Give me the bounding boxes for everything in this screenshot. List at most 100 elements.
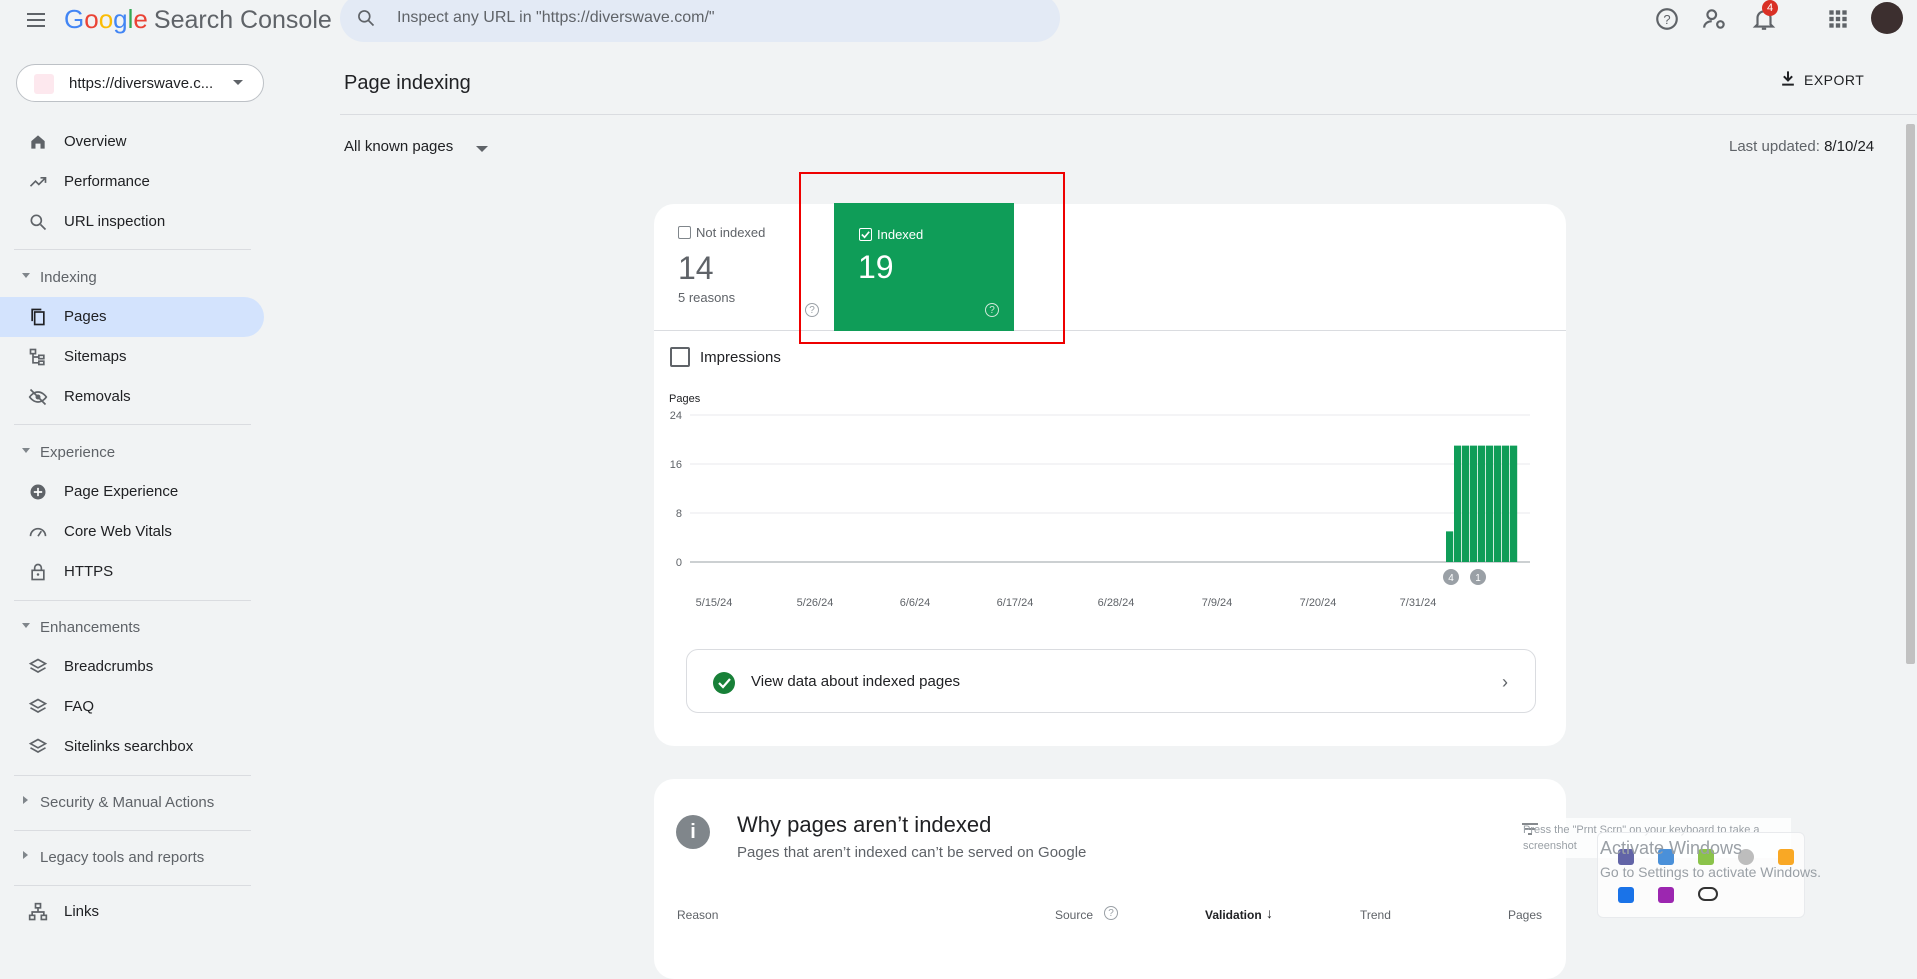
column-validation[interactable]: Validation xyxy=(1205,908,1262,922)
manage-users-icon[interactable] xyxy=(1702,6,1728,32)
x-tick-label: 5/15/24 xyxy=(696,597,733,609)
divider xyxy=(14,600,251,601)
security-warning-icon[interactable] xyxy=(1618,887,1634,903)
chart-bar xyxy=(1494,445,1502,562)
layers-icon xyxy=(28,658,48,673)
links-icon xyxy=(28,902,48,921)
x-tick-label: 7/20/24 xyxy=(1300,597,1337,609)
chart-bar xyxy=(1470,445,1478,562)
column-trend[interactable]: Trend xyxy=(1360,908,1391,922)
home-icon xyxy=(31,135,45,149)
download-icon xyxy=(1782,71,1794,86)
sidebar-item-core-web-vitals[interactable]: Core Web Vitals xyxy=(0,512,264,552)
column-source[interactable]: Source xyxy=(1055,908,1093,922)
view-indexed-data-button[interactable]: View data about indexed pages › xyxy=(686,649,1536,713)
search-console-logo[interactable]: Google Search Console xyxy=(64,4,332,35)
property-selector[interactable]: https://diverswave.c... xyxy=(16,64,264,102)
sidebar-item-sitemaps[interactable]: Sitemaps xyxy=(0,337,264,377)
chart-bar xyxy=(1478,445,1486,562)
annotation-label: 4 xyxy=(1448,573,1454,584)
gauge-icon xyxy=(29,527,47,537)
help-icon[interactable]: ? xyxy=(1654,6,1680,32)
column-pages[interactable]: Pages xyxy=(1508,908,1542,922)
chart-bar xyxy=(1462,445,1470,562)
menu-icon[interactable] xyxy=(24,8,48,32)
check-circle-icon xyxy=(713,672,735,694)
page-title: Page indexing xyxy=(344,72,471,94)
search-icon xyxy=(30,214,47,231)
not-indexed-count: 14 xyxy=(678,250,714,286)
divider xyxy=(14,830,251,831)
scrollbar-thumb[interactable] xyxy=(1906,124,1915,664)
expand-icon xyxy=(23,851,28,859)
sidebar-item-links[interactable]: Links xyxy=(0,892,264,932)
sitemap-icon xyxy=(29,348,45,366)
not-indexed-tile[interactable]: Not indexed xyxy=(678,224,765,242)
x-tick-label: 7/31/24 xyxy=(1400,597,1437,609)
annotation-label: 1 xyxy=(1475,573,1481,584)
sidebar-item-breadcrumbs[interactable]: Breadcrumbs xyxy=(0,647,264,687)
help-icon[interactable]: ? xyxy=(1104,906,1118,920)
last-updated: Last updated: 8/10/24 xyxy=(1729,138,1875,155)
impressions-toggle[interactable]: Impressions xyxy=(670,347,781,367)
property-favicon xyxy=(34,74,54,94)
sidebar-item-overview[interactable]: Overview xyxy=(0,122,264,162)
sidebar-item-page-experience[interactable]: Page Experience xyxy=(0,472,264,512)
avatar[interactable] xyxy=(1871,2,1903,34)
y-axis-label: Pages xyxy=(669,393,701,405)
export-button[interactable]: EXPORT xyxy=(1782,71,1864,88)
svg-text:?: ? xyxy=(1663,12,1670,27)
onedrive-icon[interactable] xyxy=(1698,887,1718,901)
trending-icon xyxy=(29,177,47,187)
pen-icon[interactable] xyxy=(1658,887,1674,903)
sidebar-item-performance[interactable]: Performance xyxy=(0,162,264,202)
chevron-down-icon xyxy=(233,80,243,85)
sidebar-item-sitelinks-searchbox[interactable]: Sitelinks searchbox xyxy=(0,727,264,767)
info-icon: i xyxy=(676,815,710,849)
x-tick-label: 6/17/24 xyxy=(997,597,1034,609)
url-inspection-search[interactable]: Inspect any URL in "https://diverswave.c… xyxy=(340,0,1060,42)
why-not-indexed-subtitle: Pages that aren’t indexed can’t be serve… xyxy=(737,844,1087,861)
chart-bar xyxy=(1502,445,1510,562)
dropdown-arrow-icon xyxy=(476,146,488,152)
pages-filter-dropdown[interactable]: All known pages xyxy=(344,138,488,155)
sidebar-item-pages[interactable]: Pages xyxy=(0,297,264,337)
sort-arrow-icon[interactable]: ↓ xyxy=(1266,905,1273,921)
pages-icon xyxy=(31,308,45,326)
chart-bar xyxy=(1486,445,1494,562)
expand-icon xyxy=(23,796,28,804)
chart-bar xyxy=(1510,445,1518,562)
sidebar-item-url-inspection[interactable]: URL inspection xyxy=(0,202,264,242)
y-tick-label: 16 xyxy=(670,459,682,471)
sidebar-item-removals[interactable]: Removals xyxy=(0,377,264,417)
not-indexed-checkbox[interactable] xyxy=(678,226,691,239)
plus-circle-icon xyxy=(30,484,46,500)
why-not-indexed-card xyxy=(654,779,1566,979)
indexed-pages-chart: Pages 0 8 16 24 5/15/24 5/26/24 6/6/24 6/17/24 6/… xyxy=(669,393,1530,609)
why-not-indexed-title: Why pages aren’t indexed xyxy=(737,812,992,837)
column-reason[interactable]: Reason xyxy=(677,908,718,922)
collapse-icon xyxy=(22,623,30,628)
product-name: Search Console xyxy=(153,6,332,34)
sidebar-item-faq[interactable]: FAQ xyxy=(0,687,264,727)
layers-icon xyxy=(28,698,48,713)
impressions-checkbox[interactable] xyxy=(670,347,690,367)
search-icon xyxy=(358,10,375,27)
lock-icon xyxy=(31,563,45,581)
divider xyxy=(14,424,251,425)
apps-icon[interactable] xyxy=(1825,6,1851,32)
x-tick-label: 5/26/24 xyxy=(797,597,834,609)
header-divider xyxy=(340,114,1917,115)
divider xyxy=(14,249,251,250)
chart-bar xyxy=(1454,445,1462,562)
eye-off-icon xyxy=(28,388,48,406)
notification-badge: 4 xyxy=(1762,0,1778,16)
divider xyxy=(14,775,251,776)
property-url: https://diverswave.c... xyxy=(69,75,214,92)
sidebar-item-https[interactable]: HTTPS xyxy=(0,552,264,592)
bluestacks-icon[interactable] xyxy=(1778,849,1794,865)
chevron-right-icon: › xyxy=(1502,672,1508,692)
x-tick-label: 7/9/24 xyxy=(1202,597,1233,609)
x-tick-label: 6/6/24 xyxy=(900,597,931,609)
y-tick-label: 0 xyxy=(676,557,682,569)
